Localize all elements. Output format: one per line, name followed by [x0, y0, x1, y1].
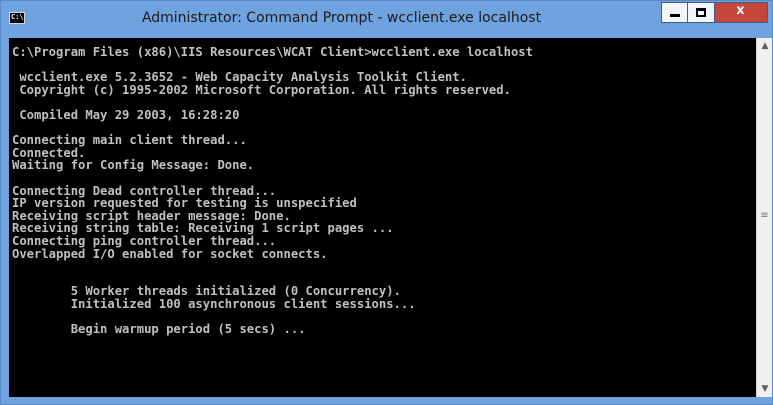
console-line: Waiting for Config Message: Done. [12, 158, 255, 173]
command-prompt-window: C:\ Administrator: Command Prompt - wccl… [0, 0, 773, 405]
minimize-button[interactable] [661, 2, 688, 23]
cmd-icon[interactable]: C:\ [9, 12, 25, 24]
scroll-grip-icon: ≡ [760, 210, 769, 221]
scroll-up-arrow-icon[interactable]: ▲ [757, 38, 773, 54]
console-output[interactable]: C:\Program Files (x86)\IIS Resources\WCA… [9, 38, 756, 397]
minimize-icon [670, 14, 680, 17]
console-line: Initialized 100 asynchronous client sess… [12, 296, 416, 311]
window-title: Administrator: Command Prompt - wcclient… [141, 10, 542, 26]
console-line: Begin warmup period (5 secs) ... [12, 322, 306, 337]
title-bar[interactable]: C:\ Administrator: Command Prompt - wccl… [1, 1, 772, 36]
close-button[interactable]: x [715, 2, 768, 23]
console-line: C:\Program Files (x86)\IIS Resources\WCA… [12, 45, 533, 59]
scroll-thumb[interactable]: ≡ [759, 204, 770, 228]
close-icon: x [736, 3, 745, 18]
window-bottom-border [9, 397, 772, 404]
console-line: Copyright (c) 1995-2002 Microsoft Corpor… [12, 82, 511, 97]
scroll-down-arrow-icon[interactable]: ▼ [757, 381, 773, 397]
vertical-scrollbar[interactable]: ▲ ≡ ▼ [756, 38, 772, 397]
console-line: Compiled May 29 2003, 16:28:20 [12, 107, 240, 122]
console-line: Overlapped I/O enabled for socket connec… [12, 246, 328, 261]
console-text: C:\Program Files (x86)\IIS Resources\WCA… [9, 38, 756, 336]
maximize-icon [696, 8, 706, 17]
cmd-icon-text: C:\ [11, 13, 24, 21]
maximize-button[interactable] [688, 2, 715, 23]
